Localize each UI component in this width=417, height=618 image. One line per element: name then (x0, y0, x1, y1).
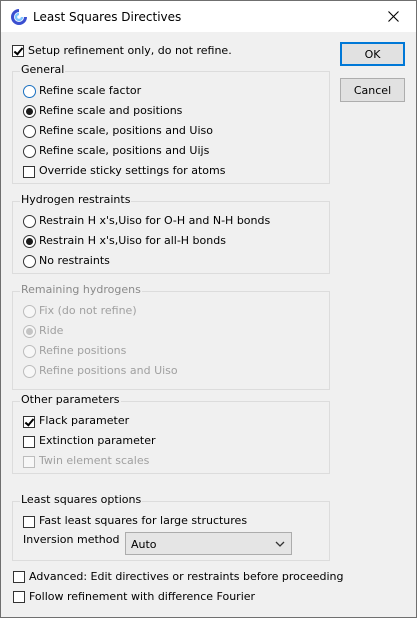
title-bar[interactable]: Least Squares Directives (1, 1, 416, 32)
setup-only-label[interactable]: Setup refinement only, do not refine. (28, 44, 232, 57)
flack-parameter-checkbox[interactable] (23, 416, 35, 428)
app-icon (11, 9, 27, 25)
remaining-hydrogens-title: Remaining hydrogens (20, 283, 142, 296)
hydrogen-option-label[interactable]: Restrain H x's,Uiso for all-H bonds (39, 234, 226, 247)
dialog-body: Setup refinement only, do not refine. OK… (1, 32, 416, 617)
cancel-button[interactable]: Cancel (340, 78, 405, 102)
general-option-label[interactable]: Refine scale factor (39, 84, 141, 97)
general-option-radio[interactable] (23, 125, 36, 138)
override-sticky-label[interactable]: Override sticky settings for atoms (39, 164, 225, 177)
advanced-edit-checkbox[interactable] (13, 571, 25, 583)
setup-only-checkbox[interactable] (12, 45, 24, 57)
hydrogen-option-radio[interactable] (23, 235, 36, 248)
extinction-parameter-label[interactable]: Extinction parameter (39, 434, 156, 447)
hydrogen-option-label[interactable]: Restrain H x's,Uiso for O-H and N-H bond… (39, 214, 270, 227)
hydrogen-restraints-title: Hydrogen restraints (20, 193, 132, 206)
remaining-option-radio[interactable] (23, 345, 36, 358)
window-title: Least Squares Directives (33, 10, 182, 24)
general-option-label[interactable]: Refine scale and positions (39, 104, 182, 117)
other-parameters-title: Other parameters (20, 393, 121, 406)
ok-button[interactable]: OK (340, 42, 405, 66)
hydrogen-option-radio[interactable] (23, 215, 36, 228)
close-icon (387, 11, 399, 22)
hydrogen-option-radio[interactable] (23, 255, 36, 268)
extinction-parameter-checkbox[interactable] (23, 436, 35, 448)
remaining-option-label[interactable]: Fix (do not refine) (39, 304, 137, 317)
override-sticky-checkbox[interactable] (23, 166, 35, 178)
remaining-option-label[interactable]: Refine positions (39, 344, 126, 357)
remaining-option-radio[interactable] (23, 325, 36, 338)
general-option-radio[interactable] (23, 105, 36, 118)
close-button[interactable] (370, 1, 416, 32)
inversion-method-label: Inversion method (23, 533, 120, 546)
general-option-radio[interactable] (23, 85, 36, 98)
general-option-label[interactable]: Refine scale, positions and Uiso (39, 124, 213, 137)
dialog-window: Least Squares Directives Setup refinemen… (0, 0, 417, 618)
follow-fourier-checkbox[interactable] (13, 591, 25, 603)
follow-fourier-label[interactable]: Follow refinement with difference Fourie… (29, 590, 255, 603)
twin-element-scales-label[interactable]: Twin element scales (39, 454, 149, 467)
twin-element-scales-checkbox[interactable] (23, 456, 35, 468)
general-option-label[interactable]: Refine scale, positions and Uijs (39, 144, 209, 157)
flack-parameter-label[interactable]: Flack parameter (39, 414, 129, 427)
general-group-title: General (20, 63, 66, 76)
remaining-option-label[interactable]: Ride (39, 324, 63, 337)
advanced-edit-label[interactable]: Advanced: Edit directives or restraints … (29, 570, 343, 583)
inversion-method-select[interactable]: Auto (125, 532, 292, 555)
fast-least-squares-label[interactable]: Fast least squares for large structures (39, 514, 247, 527)
remaining-option-radio[interactable] (23, 365, 36, 378)
remaining-option-label[interactable]: Refine positions and Uiso (39, 364, 178, 377)
least-squares-options-title: Least squares options (20, 493, 143, 506)
chevron-down-icon (275, 541, 285, 547)
inversion-method-value: Auto (131, 538, 157, 551)
fast-least-squares-checkbox[interactable] (23, 516, 35, 528)
remaining-option-radio[interactable] (23, 305, 36, 318)
hydrogen-option-label[interactable]: No restraints (39, 254, 110, 267)
general-option-radio[interactable] (23, 145, 36, 158)
